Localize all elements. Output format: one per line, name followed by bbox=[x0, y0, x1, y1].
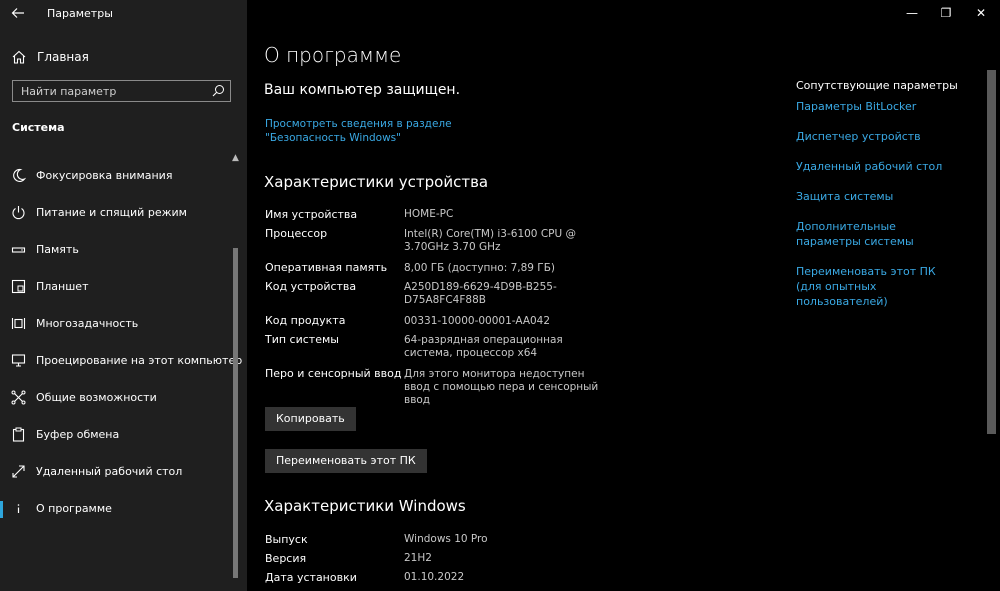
sidebar-item-focus-assist[interactable]: Фокусировка внимания bbox=[0, 162, 232, 190]
search-box[interactable] bbox=[12, 80, 231, 102]
scroll-up-icon[interactable]: ▲ bbox=[232, 153, 239, 163]
back-button[interactable] bbox=[6, 2, 30, 24]
sidebar-item-label: О программе bbox=[36, 502, 112, 515]
minimize-button[interactable]: — bbox=[897, 4, 927, 22]
sidebar-item-label: Проецирование на этот компьютер bbox=[36, 354, 243, 367]
sidebar-item-label: Память bbox=[36, 243, 79, 256]
minimize-icon: — bbox=[906, 6, 918, 20]
sidebar-item-tablet[interactable]: Планшет bbox=[0, 273, 232, 301]
remote-desktop-icon bbox=[11, 464, 26, 479]
rename-pc-button[interactable]: Переименовать этот ПК bbox=[265, 449, 427, 473]
device-specs-heading: Характеристики устройства bbox=[264, 173, 489, 191]
spec-value: 21H2 bbox=[404, 552, 432, 564]
sidebar-item-label: Буфер обмена bbox=[36, 428, 120, 441]
titlebar-left: Параметры bbox=[0, 0, 247, 26]
spec-label: Код устройства bbox=[265, 280, 357, 293]
windows-specs-heading: Характеристики Windows bbox=[264, 497, 466, 515]
shared-experiences-icon bbox=[11, 390, 26, 405]
related-link-system-protection[interactable]: Защита системы bbox=[796, 189, 966, 204]
home-icon bbox=[11, 49, 27, 65]
sidebar-scrollbar[interactable] bbox=[233, 248, 238, 578]
close-button[interactable]: ✕ bbox=[966, 4, 996, 22]
power-icon bbox=[11, 205, 26, 220]
arrow-left-icon bbox=[6, 6, 30, 20]
spec-label: Дата установки bbox=[265, 571, 357, 584]
sidebar-item-projecting[interactable]: Проецирование на этот компьютер bbox=[0, 347, 242, 375]
storage-icon bbox=[11, 242, 26, 257]
sidebar-item-label: Общие возможности bbox=[36, 391, 157, 404]
tablet-icon bbox=[11, 279, 26, 294]
sidebar-item-label: Питание и спящий режим bbox=[36, 206, 187, 219]
maximize-button[interactable]: ❐ bbox=[931, 4, 961, 22]
spec-value: 01.10.2022 bbox=[404, 571, 465, 583]
spec-value: Intel(R) Core(TM) i3-6100 CPU @ 3.70GHz … bbox=[404, 228, 577, 253]
sidebar-item-shared-experiences[interactable]: Общие возможности bbox=[0, 384, 232, 412]
protection-status: Ваш компьютер защищен. bbox=[264, 82, 461, 98]
main-scrollbar[interactable] bbox=[987, 70, 996, 434]
related-link-advanced-system[interactable]: Дополнительные параметры системы bbox=[796, 219, 956, 249]
related-link-device-manager[interactable]: Диспетчер устройств bbox=[796, 129, 966, 144]
spec-value: 8,00 ГБ (доступно: 7,89 ГБ) bbox=[404, 262, 555, 274]
sidebar-item-storage[interactable]: Память bbox=[0, 236, 232, 264]
spec-label: Код продукта bbox=[265, 314, 346, 327]
section-heading: Система bbox=[12, 121, 65, 134]
spec-label: Имя устройства bbox=[265, 208, 358, 221]
security-details-link[interactable]: Просмотреть сведения в разделе "Безопасн… bbox=[265, 117, 525, 145]
sidebar-item-label: Удаленный рабочий стол bbox=[36, 465, 183, 478]
search-icon[interactable] bbox=[212, 84, 225, 97]
sidebar-item-power[interactable]: Питание и спящий режим bbox=[0, 199, 232, 227]
page-title: О программе bbox=[264, 43, 402, 67]
copy-button[interactable]: Копировать bbox=[265, 407, 356, 431]
related-link-bitlocker[interactable]: Параметры BitLocker bbox=[796, 99, 966, 114]
sidebar: Параметры Главная Система ▲ Фокусировка … bbox=[0, 0, 247, 591]
spec-value: Для этого монитора недоступен ввод с пом… bbox=[404, 368, 599, 406]
sidebar-item-multitasking[interactable]: Многозадачность bbox=[0, 310, 232, 338]
sidebar-item-label: Фокусировка внимания bbox=[36, 169, 173, 182]
multitasking-icon bbox=[11, 316, 26, 331]
projecting-icon bbox=[11, 353, 26, 368]
spec-label: Выпуск bbox=[265, 533, 308, 546]
spec-value: Windows 10 Pro bbox=[404, 533, 488, 545]
sidebar-item-clipboard[interactable]: Буфер обмена bbox=[0, 421, 232, 449]
search-input[interactable] bbox=[21, 83, 201, 99]
spec-label: Версия bbox=[265, 552, 307, 565]
spec-label: Процессор bbox=[265, 227, 328, 240]
restore-icon: ❐ bbox=[940, 6, 952, 20]
close-icon: ✕ bbox=[975, 6, 987, 20]
spec-value: HOME-PC bbox=[404, 208, 454, 220]
related-link-remote-desktop[interactable]: Удаленный рабочий стол bbox=[796, 159, 966, 174]
related-settings-heading: Сопутствующие параметры bbox=[796, 79, 958, 92]
app-title: Параметры bbox=[47, 7, 113, 20]
spec-label: Перо и сенсорный ввод bbox=[265, 367, 402, 380]
spec-value: 00331-10000-00001-AA042 bbox=[404, 315, 551, 327]
sidebar-item-label: Главная bbox=[37, 50, 89, 64]
info-icon bbox=[11, 501, 26, 516]
sidebar-item-home[interactable]: Главная bbox=[0, 44, 247, 70]
spec-label: Оперативная память bbox=[265, 261, 388, 274]
spec-value: 64-разрядная операционная система, проце… bbox=[404, 334, 563, 359]
sidebar-item-about[interactable]: О программе bbox=[0, 495, 232, 523]
sidebar-item-label: Планшет bbox=[36, 280, 89, 293]
moon-icon bbox=[11, 168, 26, 183]
sidebar-item-remote-desktop[interactable]: Удаленный рабочий стол bbox=[0, 458, 232, 486]
clipboard-icon bbox=[11, 427, 26, 442]
sidebar-item-label: Многозадачность bbox=[36, 317, 139, 330]
main-content: — ❐ ✕ О программе Ваш компьютер защищен.… bbox=[247, 0, 1000, 591]
spec-label: Тип системы bbox=[265, 333, 339, 346]
related-link-rename-pc-advanced[interactable]: Переименовать этот ПК (для опытных польз… bbox=[796, 264, 956, 309]
spec-value: A250D189-6629-4D9B-B255-D75A8FC4F88B bbox=[404, 281, 557, 306]
